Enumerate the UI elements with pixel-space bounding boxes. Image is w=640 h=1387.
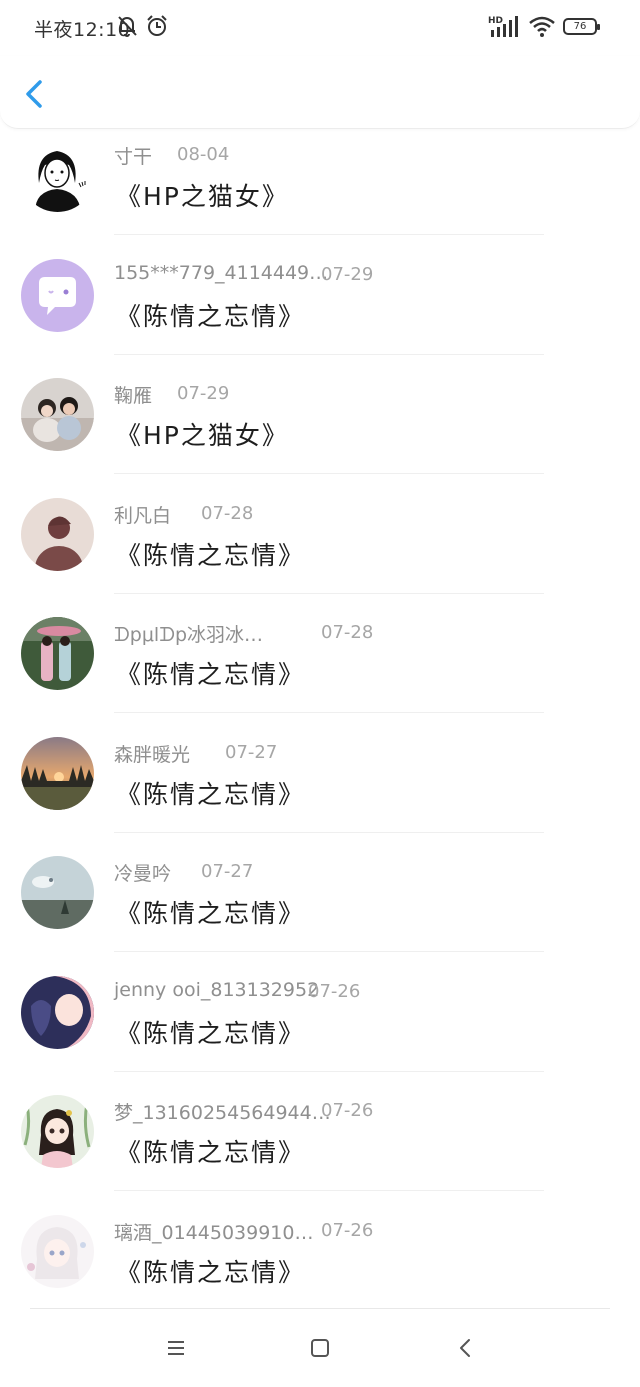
chevron-left-icon xyxy=(26,80,42,108)
avatar[interactable] xyxy=(21,497,94,571)
divider xyxy=(114,1070,544,1072)
list-item[interactable]: 森胖暖光 07-27 《陈情之忘情》 xyxy=(0,726,640,846)
reader-name: 利凡白 xyxy=(114,504,172,527)
reader-name: 梦_13160254564944… xyxy=(114,1102,331,1124)
read-date: 07-29 xyxy=(177,383,230,404)
svg-text:HD: HD xyxy=(488,16,503,26)
divider xyxy=(114,473,544,474)
book-title: 《陈情之忘情》 xyxy=(116,1018,306,1048)
divider xyxy=(114,234,544,235)
reader-name: 鞠雁 xyxy=(114,385,153,407)
read-date: 07-27 xyxy=(201,861,254,882)
battery-icon: 76 xyxy=(563,18,600,35)
list-item[interactable]: 155***779_4114449… 07-29 《陈情之忘情》 xyxy=(0,248,640,368)
divider xyxy=(114,951,544,952)
list-item[interactable]: 梦_13160254564944… 07-26 《陈情之忘情》 xyxy=(0,1084,640,1204)
book-title: 《陈情之忘情》 xyxy=(116,1138,306,1167)
book-title: 《陈情之忘情》 xyxy=(116,899,306,928)
read-date: 07-26 xyxy=(321,1100,374,1121)
wifi-icon xyxy=(529,16,555,37)
list-item[interactable]: 利凡白 07-28 《陈情之忘情》 xyxy=(0,487,640,607)
avatar[interactable] xyxy=(21,975,94,1049)
menu-icon[interactable] xyxy=(164,1336,188,1360)
read-date: 07-26 xyxy=(321,1219,374,1241)
reader-name: 155***779_4114449… xyxy=(114,261,329,284)
divider xyxy=(30,1308,610,1309)
list-item[interactable]: ᗪpμlᗪp冰羽冰… 07-28 《陈情之忘情》 xyxy=(0,606,640,726)
avatar[interactable] xyxy=(21,258,94,332)
book-title: 《HP之猫女》 xyxy=(116,182,289,211)
divider xyxy=(114,831,544,833)
list-item[interactable]: 寸干 08-04 《HP之猫女》 xyxy=(0,128,640,248)
divider xyxy=(114,712,544,713)
read-date: 07-28 xyxy=(321,622,374,643)
book-title: 《陈情之忘情》 xyxy=(116,540,306,570)
avatar[interactable] xyxy=(21,736,94,810)
list-item[interactable]: jenny ooi_813132952 07-26 《陈情之忘情》 xyxy=(0,965,640,1085)
system-nav-bar xyxy=(0,1308,640,1387)
back-button[interactable] xyxy=(18,74,54,114)
avatar[interactable] xyxy=(21,617,94,690)
back-triangle-icon[interactable] xyxy=(454,1336,478,1360)
read-date: 07-26 xyxy=(308,980,361,1002)
read-date: 07-29 xyxy=(321,263,374,285)
avatar[interactable] xyxy=(21,856,94,929)
book-title: 《陈情之忘情》 xyxy=(116,301,306,331)
divider xyxy=(114,1190,544,1191)
header xyxy=(0,56,640,129)
reader-name: 寸干 xyxy=(114,146,153,168)
avatar[interactable] xyxy=(21,1095,94,1168)
alarm-icon xyxy=(147,15,167,36)
reader-name: 冷曼吟 xyxy=(114,863,172,885)
divider xyxy=(114,353,544,355)
book-title: 《HP之猫女》 xyxy=(116,421,289,450)
avatar[interactable] xyxy=(21,378,94,451)
battery-level: 76 xyxy=(573,21,587,32)
reader-name: jenny ooi_813132952 xyxy=(114,978,320,1001)
status-bar: 半夜12:10 HD 76 xyxy=(0,0,640,56)
home-square-icon[interactable] xyxy=(308,1336,332,1360)
book-title: 《陈情之忘情》 xyxy=(116,660,306,689)
reader-name: ᗪpμlᗪp冰羽冰… xyxy=(114,624,264,646)
read-date: 07-28 xyxy=(201,502,254,524)
hd-signal-icon: HD xyxy=(488,16,518,37)
list-item[interactable]: 鞠雁 07-29 《HP之猫女》 xyxy=(0,367,640,487)
avatar[interactable] xyxy=(21,1214,94,1288)
read-date: 07-27 xyxy=(225,741,278,763)
list-item[interactable]: 璃酒_01445039910… 07-26 《陈情之忘情》 xyxy=(0,1204,640,1324)
avatar[interactable] xyxy=(21,139,94,212)
book-title: 《陈情之忘情》 xyxy=(116,779,306,809)
book-title: 《陈情之忘情》 xyxy=(116,1257,306,1287)
reader-name: 森胖暖光 xyxy=(114,743,191,766)
read-date: 08-04 xyxy=(177,144,230,165)
list-item[interactable]: 冷曼吟 07-27 《陈情之忘情》 xyxy=(0,845,640,965)
reader-name: 璃酒_01445039910… xyxy=(114,1221,314,1244)
bell-off-icon xyxy=(118,16,137,37)
divider xyxy=(114,592,544,594)
